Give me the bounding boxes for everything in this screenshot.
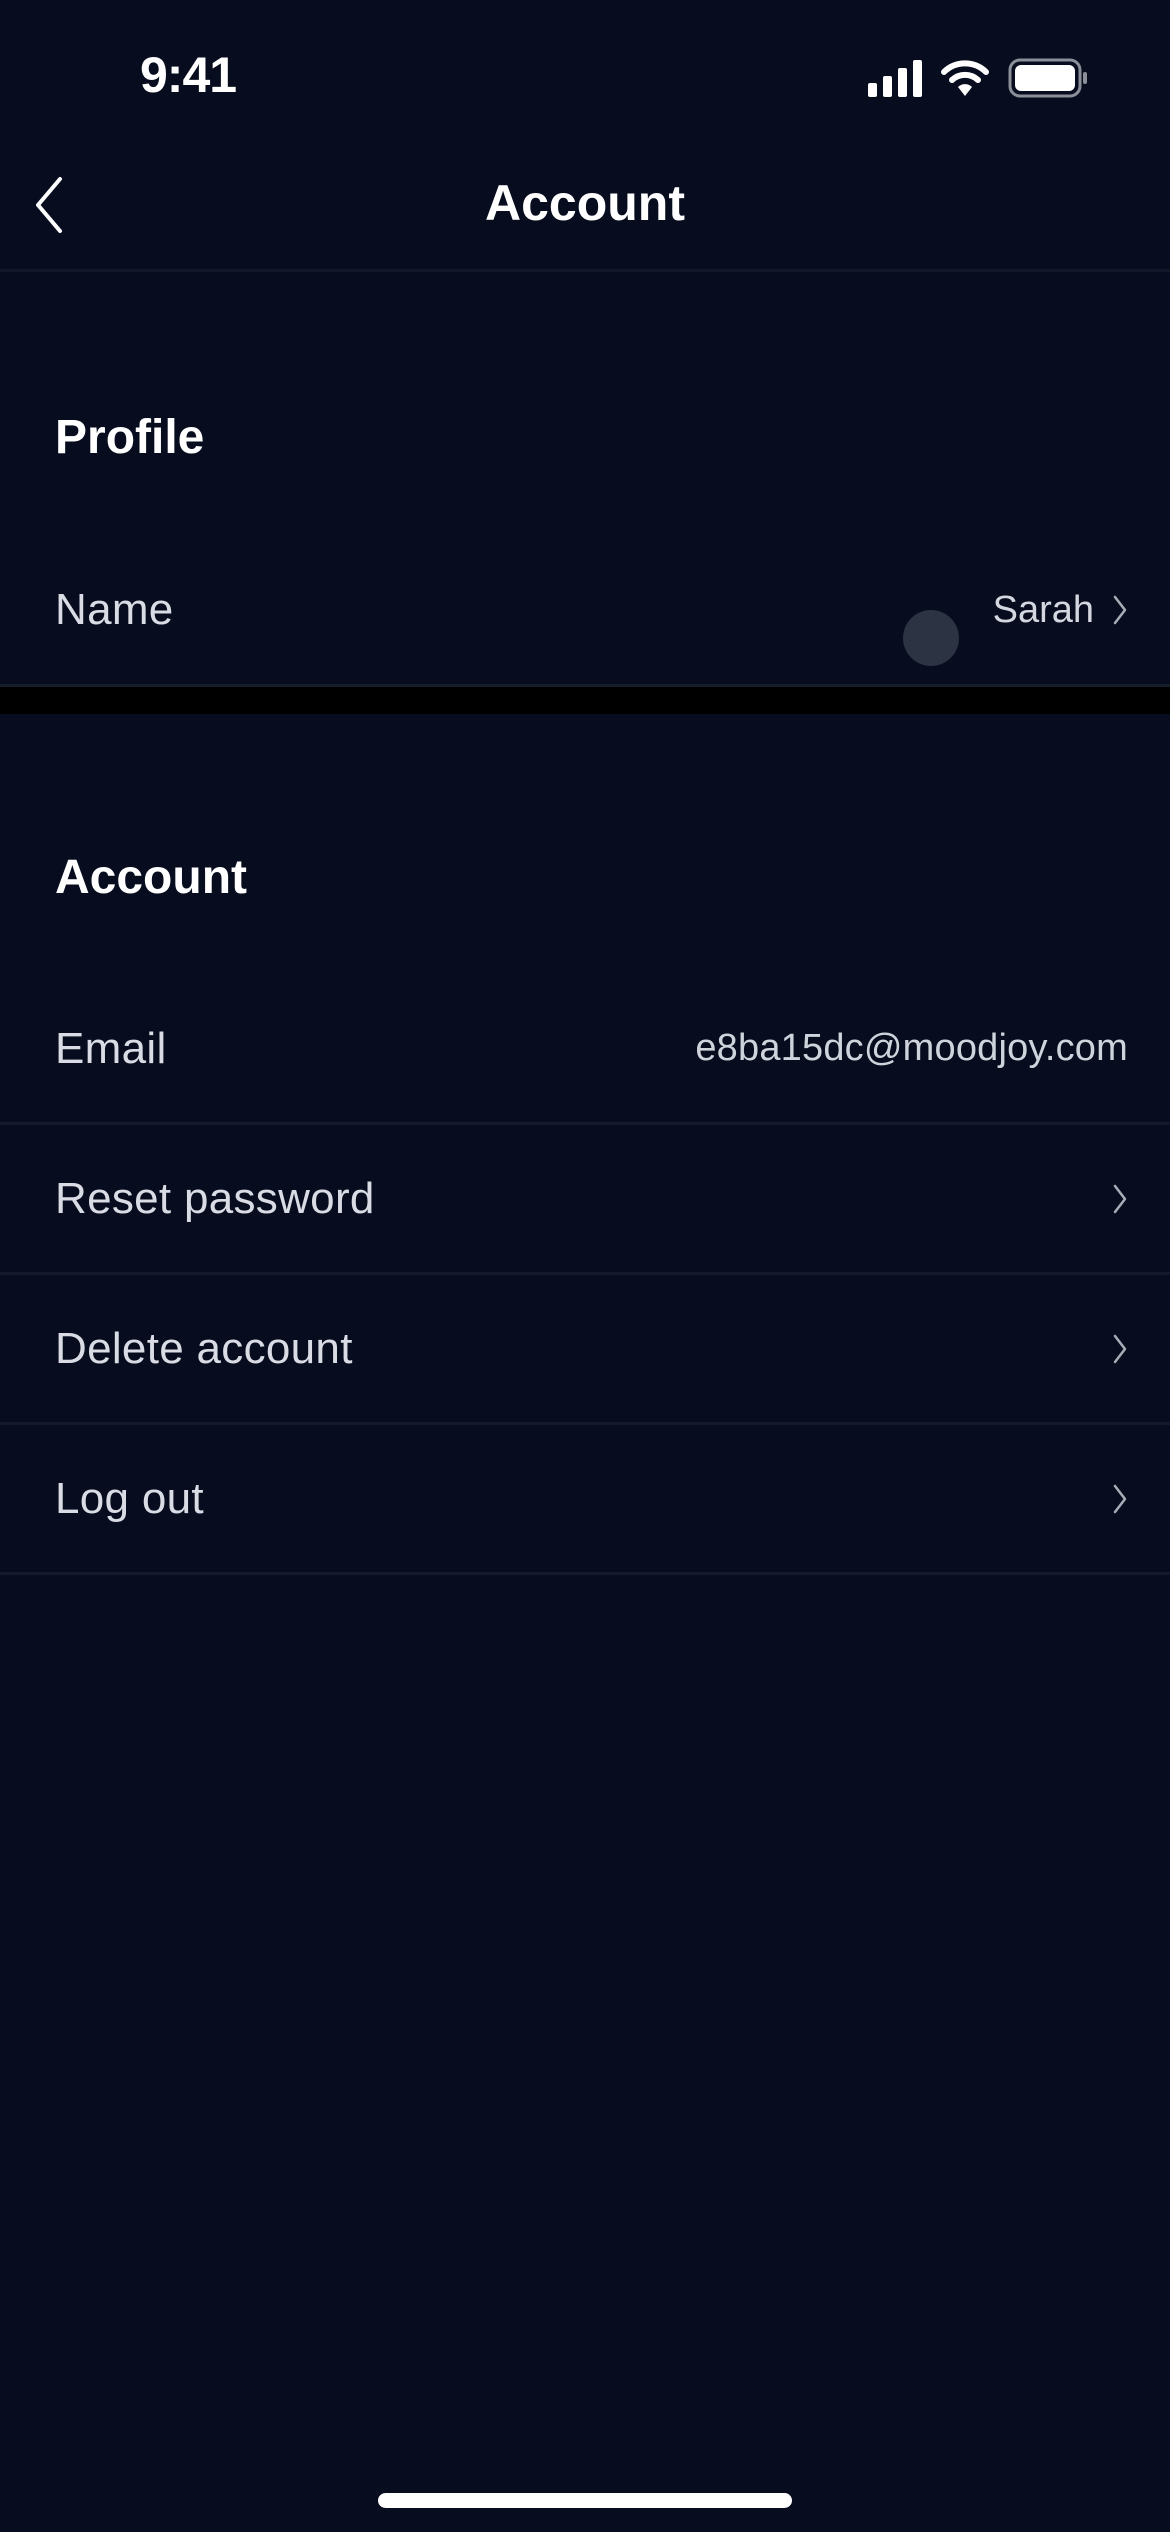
status-time: 9:41 [140,47,237,103]
row-reset-password[interactable]: Reset password [0,1125,1170,1275]
row-label: Reset password [55,1173,375,1223]
cellular-signal-icon [868,59,922,97]
name-value: Sarah [992,588,1094,631]
account-screen: 9:41 Account Profile Name Sarah Account … [0,0,1170,2532]
status-bar: 9:41 [0,0,1170,150]
page-title: Account [485,175,685,231]
navigation-bar: Account [0,150,1170,272]
section-divider [0,684,1170,714]
home-indicator[interactable] [378,2493,792,2508]
row-label: Log out [55,1473,204,1523]
row-label: Name [55,585,174,634]
chevron-right-icon [1112,1483,1128,1515]
email-value: e8ba15dc@moodjoy.com [695,1027,1128,1069]
row-email: Email e8ba15dc@moodjoy.com [0,975,1170,1125]
row-label: Delete account [55,1323,353,1373]
status-icons [868,58,1090,98]
section-header-profile: Profile [55,411,205,464]
touch-indicator [903,610,959,666]
chevron-right-icon [1112,594,1128,626]
row-label: Email [55,1023,167,1073]
battery-icon [1008,58,1090,98]
row-name[interactable]: Name Sarah [0,535,1170,685]
row-right: Sarah [993,589,1128,632]
row-right: e8ba15dc@moodjoy.com [695,1027,1128,1070]
chevron-right-icon [1112,1333,1128,1365]
row-log-out[interactable]: Log out [0,1425,1170,1575]
section-header-account: Account [55,851,247,904]
row-delete-account[interactable]: Delete account [0,1275,1170,1425]
chevron-right-icon [1112,1183,1128,1215]
wifi-icon [940,59,990,97]
